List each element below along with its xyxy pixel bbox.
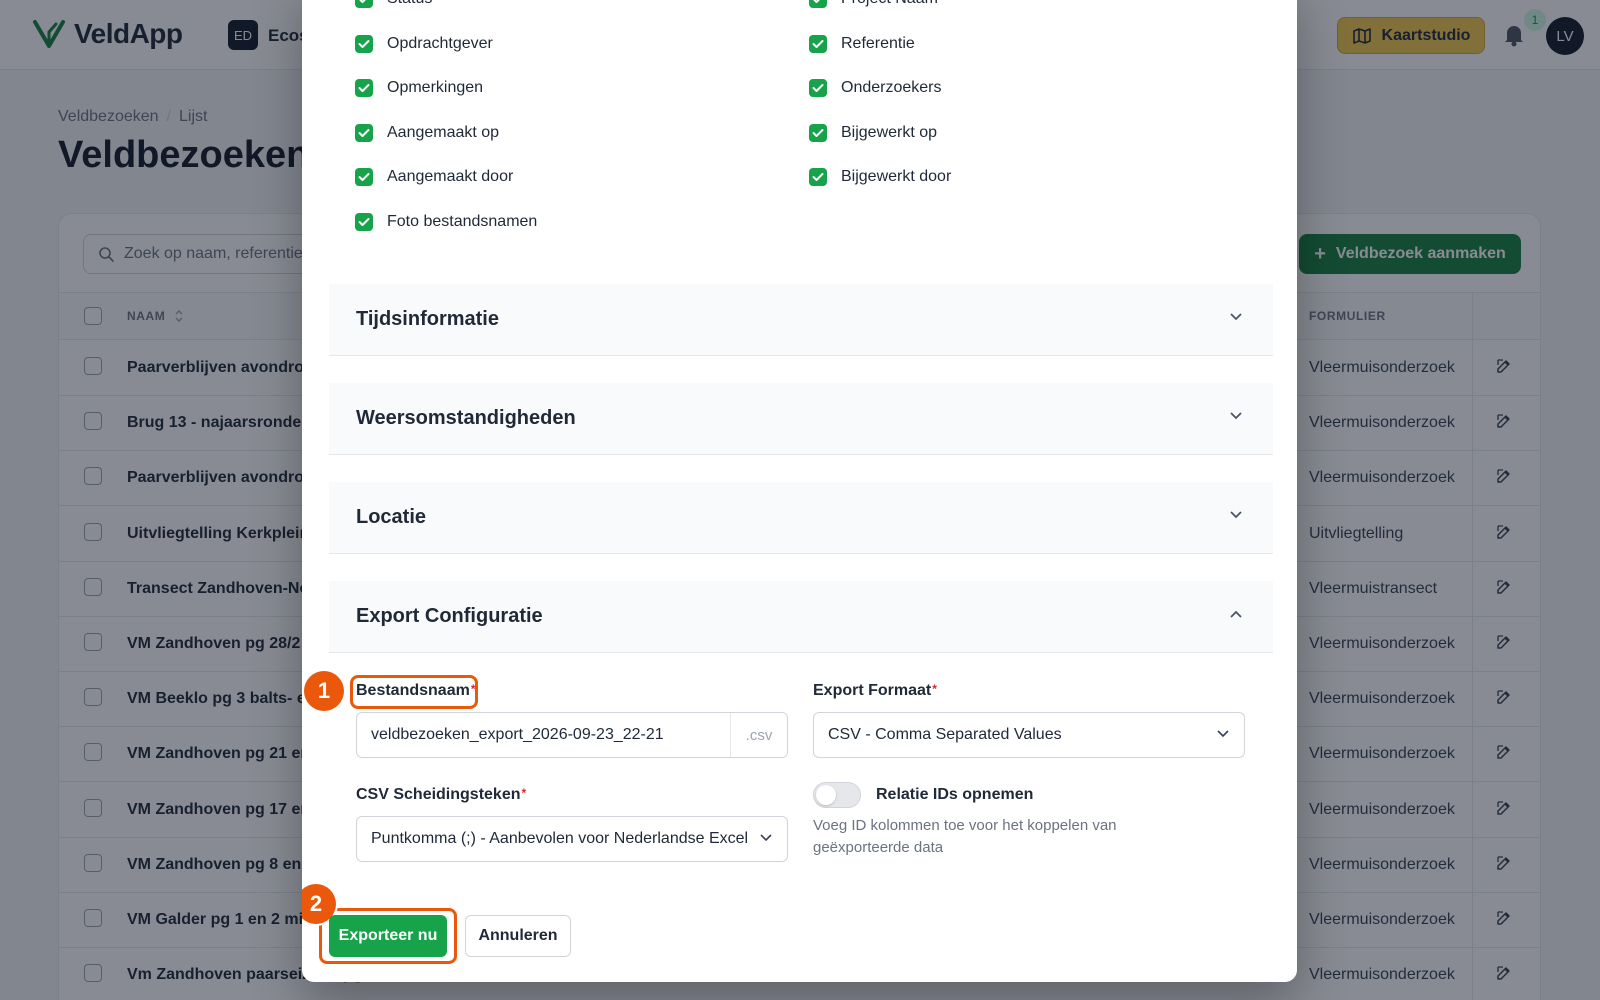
column-checkbox-label: Bijgewerkt op [841,123,938,141]
section-locatie[interactable]: Locatie [329,482,1273,554]
section-weersomstandigheden[interactable]: Weersomstandigheden [329,383,1273,455]
check-icon [809,0,827,8]
filename-input[interactable]: veldbezoeken_export_2026-09-23_22-21 .cs… [356,712,788,758]
check-icon [809,34,827,53]
relation-ids-help: Voeg ID kolommen toe voor het koppelen v… [813,817,1117,856]
filename-suffix: .csv [730,713,787,757]
relation-ids-label: Relatie IDs opnemen [876,786,1034,803]
chevron-down-icon [1230,313,1242,321]
export-now-button[interactable]: Exporteer nu [329,915,447,957]
cancel-button[interactable]: Annuleren [465,915,571,957]
column-checkbox-label: Foto bestandsnamen [387,212,538,230]
column-checkbox-label: Onderzoekers [841,79,942,96]
format-label-text: Export Formaat [813,682,932,699]
chevron-down-icon [1230,412,1242,420]
separator-value: Puntkomma (;) - Aanbevolen voor Nederlan… [371,830,749,847]
column-checkbox[interactable]: Bijgewerkt door [809,168,951,186]
column-checkbox[interactable]: Bijgewerkt op [809,123,938,142]
export-modal: Status Opdrachtgever Opmerkingen Aangemaakt… [302,0,1297,982]
format-value: CSV - Comma Separated Values [828,726,1062,743]
check-icon [809,168,827,186]
column-checkbox[interactable]: Foto bestandsnamen [355,212,538,231]
column-checkbox-label: Opdrachtgever [387,34,493,52]
section-title: Weersomstandigheden [356,407,576,429]
column-checkbox-label: Aangemaakt op [387,123,500,141]
column-checkbox[interactable]: Opmerkingen [355,79,483,97]
section-title: Locatie [356,506,427,528]
required-mark: * [932,682,937,696]
column-checkbox-label: Status [387,0,432,8]
check-icon [355,34,373,53]
step-marker-1: 1 [304,671,344,711]
check-icon [355,123,373,142]
column-checkbox-label: Bijgewerkt door [841,168,952,185]
check-icon [355,79,373,97]
check-icon [355,168,373,186]
section-title: Tijdsinformatie [356,308,499,330]
filename-label: Bestandsnaam* [356,682,476,700]
separator-label: CSV Scheidingsteken* [356,786,526,804]
filename-label-text: Bestandsnaam [356,682,470,699]
separator-select[interactable]: Puntkomma (;) - Aanbevolen voor Nederlan… [356,816,788,862]
column-checkbox[interactable]: Project Naam [809,0,938,8]
section-title: Export Configuratie [356,605,543,627]
column-checkbox-label: Referentie [841,34,915,52]
check-icon [809,79,827,97]
relation-ids-toggle[interactable] [813,782,861,808]
chevron-up-icon [1230,610,1242,618]
required-mark: * [470,682,476,696]
column-checkbox[interactable]: Aangemaakt op [355,123,500,142]
column-checkbox[interactable]: Status [355,0,432,8]
separator-label-text: CSV Scheidingsteken [356,786,521,803]
column-checkbox[interactable]: Referentie [809,34,915,53]
format-select[interactable]: CSV - Comma Separated Values [813,712,1245,758]
check-icon [809,123,827,142]
column-checkbox[interactable]: Opdrachtgever [355,34,493,53]
chevron-down-icon [1230,511,1242,519]
check-icon [355,0,373,8]
required-mark: * [521,786,527,800]
check-icon [355,212,373,231]
filename-value: veldbezoeken_export_2026-09-23_22-21 [371,726,664,743]
chevron-down-icon [1217,730,1229,738]
column-checkbox-label: Aangemaakt door [387,168,514,185]
column-checkbox[interactable]: Aangemaakt door [355,168,513,186]
format-label: Export Formaat* [813,682,937,700]
toggle-knob [816,785,836,805]
chevron-down-icon [760,834,772,842]
column-checkbox-label: Opmerkingen [387,79,484,96]
section-export-configuratie[interactable]: Export Configuratie [329,581,1273,653]
section-tijdsinformatie[interactable]: Tijdsinformatie [329,284,1273,356]
column-checkbox-label: Project Naam [841,0,938,8]
column-checkbox[interactable]: Onderzoekers [809,79,942,97]
